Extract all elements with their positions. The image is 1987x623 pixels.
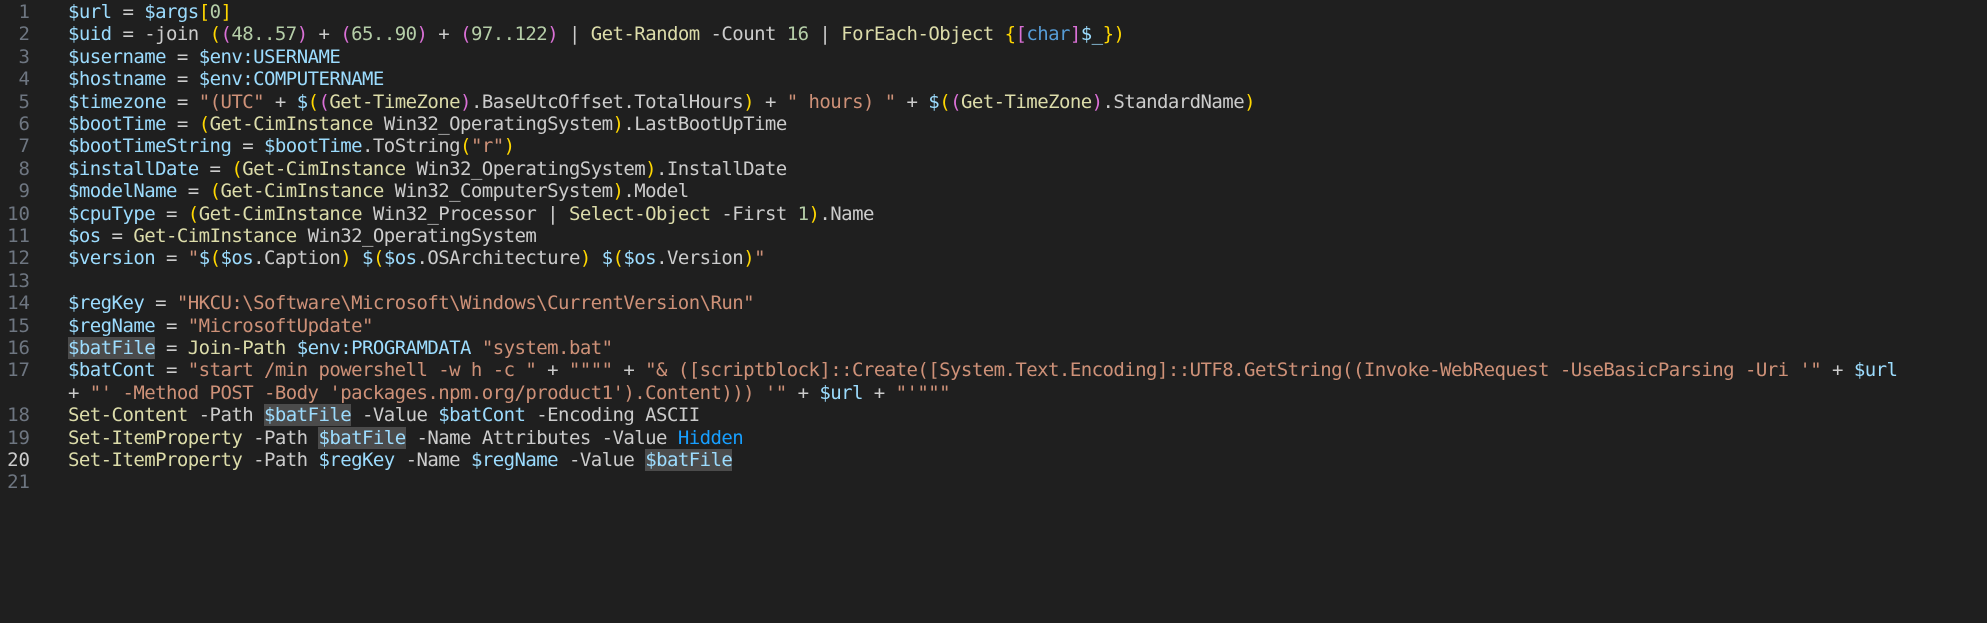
code-line[interactable]: 21 <box>0 468 1987 496</box>
code-editor[interactable]: 1 $url = $args[0] 2 $uid = -join ((48..57) … <box>0 0 1987 623</box>
line-number: 21 <box>7 471 30 494</box>
